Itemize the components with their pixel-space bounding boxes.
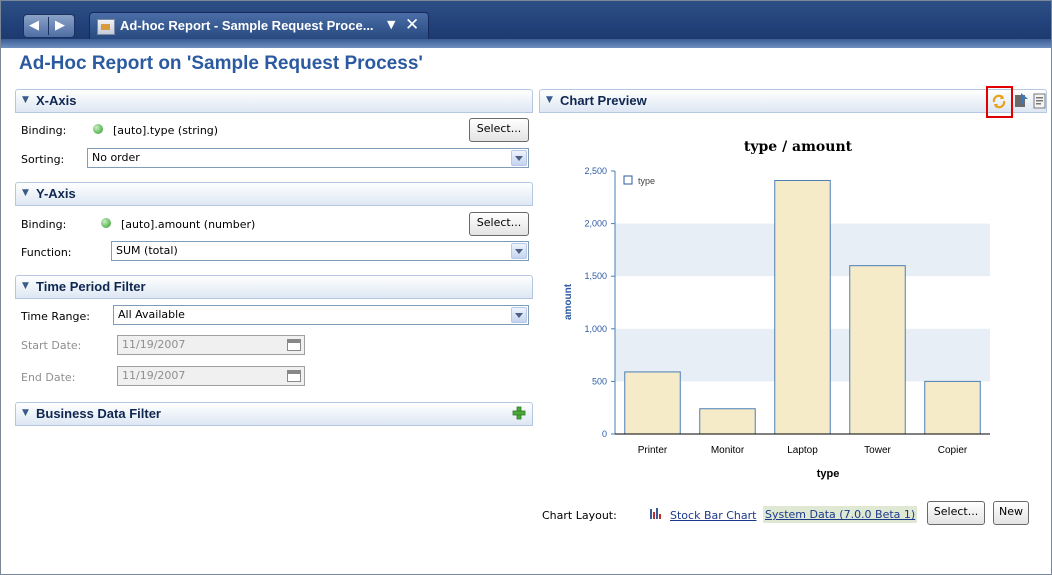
sorting-select[interactable]: No order [87, 148, 529, 168]
time-range-select-value: All Available [118, 308, 185, 321]
function-label: Function: [21, 246, 72, 259]
y-tick-label: 500 [592, 376, 607, 386]
forward-arrow-icon[interactable]: ▶ [55, 18, 65, 34]
time-filter-section-header[interactable]: ▼ Time Period Filter [15, 275, 533, 299]
y-axis-title: Y-Axis [36, 186, 76, 201]
chart-title: type / amount [744, 139, 853, 155]
collapse-triangle-icon[interactable]: ▼ [22, 188, 29, 198]
document-icon[interactable] [1032, 93, 1048, 109]
add-icon[interactable] [512, 406, 526, 420]
x-tick-label: Laptop [787, 445, 818, 456]
sorting-select-value: No order [92, 151, 140, 164]
x-tick-label: Copier [938, 445, 968, 456]
dropdown-arrow-icon[interactable] [511, 243, 527, 259]
y-binding-label: Binding: [21, 218, 67, 231]
export-icon[interactable] [1013, 92, 1029, 108]
collapse-triangle-icon[interactable]: ▼ [546, 95, 553, 105]
back-arrow-icon[interactable]: ◀ [29, 18, 39, 34]
bar [849, 265, 906, 435]
title-bar-band [1, 39, 1051, 48]
function-select[interactable]: SUM (total) [111, 241, 529, 261]
status-dot-icon [93, 124, 103, 134]
x-tick-label: Monitor [711, 445, 745, 456]
report-icon [97, 19, 115, 35]
x-tick-label: Printer [638, 445, 668, 456]
y-tick-label: 2,000 [584, 219, 607, 229]
chart-preview-title: Chart Preview [560, 93, 647, 108]
start-date-field[interactable]: 11/19/2007 [117, 335, 305, 355]
end-date-label: End Date: [21, 371, 76, 384]
function-select-value: SUM (total) [116, 244, 178, 257]
bar-chart-icon [650, 508, 661, 519]
bar [699, 408, 756, 435]
layout-select-button[interactable]: Select... [927, 501, 985, 525]
status-dot-icon [101, 218, 111, 228]
title-bar: ◀ ▶ Ad-hoc Report - Sample Request Proce… [1, 1, 1051, 48]
calendar-icon[interactable] [287, 339, 301, 351]
nav-buttons: ◀ ▶ [23, 14, 75, 38]
y-axis-label: amount [563, 283, 574, 320]
time-filter-title: Time Period Filter [36, 279, 146, 294]
x-select-button[interactable]: Select... [469, 118, 529, 142]
start-date-label: Start Date: [21, 339, 82, 352]
time-range-label: Time Range: [21, 310, 90, 323]
editor-window: ◀ ▶ Ad-hoc Report - Sample Request Proce… [0, 0, 1052, 575]
end-date-field[interactable]: 11/19/2007 [117, 366, 305, 386]
close-icon[interactable]: ✕ [405, 15, 419, 35]
calendar-icon[interactable] [287, 370, 301, 382]
editor-tab-label: Ad-hoc Report - Sample Request Proce... [120, 18, 374, 33]
x-axis-title: X-Axis [36, 93, 77, 108]
y-tick-label: 1,000 [584, 324, 607, 334]
x-binding-label: Binding: [21, 124, 67, 137]
chart-source-link[interactable]: System Data (7.0.0 Beta 1) [763, 506, 918, 523]
chart-bars [624, 179, 981, 435]
legend-label: type [638, 176, 655, 186]
chart-layout-link[interactable]: Stock Bar Chart [670, 509, 756, 522]
y-tick-label: 1,500 [584, 271, 607, 281]
sorting-label: Sorting: [21, 153, 65, 166]
business-filter-title: Business Data Filter [36, 406, 161, 421]
editor-tab[interactable]: Ad-hoc Report - Sample Request Proce... … [89, 12, 429, 39]
dropdown-arrow-icon[interactable] [511, 307, 527, 323]
bar [624, 371, 681, 435]
legend-swatch [623, 175, 633, 185]
x-binding-value: [auto].type (string) [113, 124, 219, 137]
y-axis-section-header[interactable]: ▼ Y-Axis [15, 182, 533, 206]
collapse-triangle-icon[interactable]: ▼ [22, 281, 29, 291]
x-tick-label: Tower [864, 445, 891, 456]
collapse-triangle-icon[interactable]: ▼ [22, 408, 29, 418]
chart-layout-label: Chart Layout: [542, 509, 617, 522]
y-tick-label: 2,500 [584, 166, 607, 176]
end-date-value: 11/19/2007 [122, 369, 186, 382]
start-date-value: 11/19/2007 [122, 338, 186, 351]
dropdown-arrow-icon[interactable] [511, 150, 527, 166]
chart: 0 500 1,000 1,500 2,000 2,500 Printer Monitor La… [563, 139, 990, 480]
bar [924, 380, 981, 435]
chart-preview-section-header[interactable]: ▼ Chart Preview [539, 89, 1047, 113]
x-axis-section-header[interactable]: ▼ X-Axis [15, 89, 533, 113]
layout-new-button[interactable]: New [993, 501, 1029, 525]
y-select-button[interactable]: Select... [469, 212, 529, 236]
bar [774, 179, 831, 435]
chevron-down-icon[interactable]: ▼ [387, 18, 395, 31]
y-binding-value: [auto].amount (number) [121, 218, 256, 231]
collapse-triangle-icon[interactable]: ▼ [22, 95, 29, 105]
refresh-icon[interactable] [991, 93, 1007, 109]
nav-divider [48, 17, 49, 35]
business-filter-section-header[interactable]: ▼ Business Data Filter [15, 402, 533, 426]
y-tick-label: 0 [602, 429, 607, 439]
time-range-select[interactable]: All Available [113, 305, 529, 325]
x-axis-label: type [817, 468, 840, 480]
page-title: Ad-Hoc Report on 'Sample Request Process… [19, 53, 423, 74]
